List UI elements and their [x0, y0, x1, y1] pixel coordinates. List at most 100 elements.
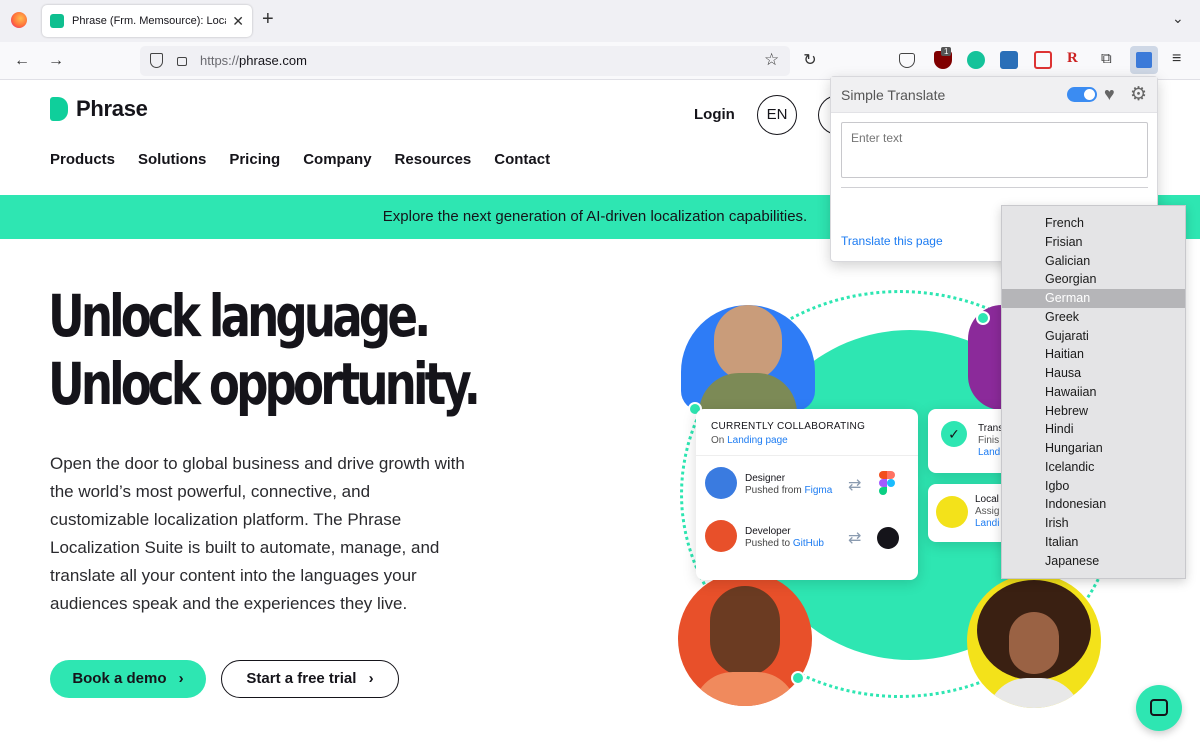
- url-domain: phrase.com: [239, 53, 307, 68]
- orbit-dot: [976, 311, 990, 325]
- forward-arrow-icon[interactable]: →: [45, 50, 67, 72]
- chat-launcher-button[interactable]: [1136, 685, 1182, 731]
- target-language-dropdown[interactable]: French Frisian Galician Georgian German …: [1001, 205, 1186, 579]
- language-option[interactable]: Irish: [1002, 514, 1185, 533]
- bookmark-star-icon[interactable]: ☆: [764, 50, 779, 70]
- landing-page-link[interactable]: Landing page: [727, 435, 788, 446]
- free-trial-button[interactable]: Start a free trial ›: [221, 660, 399, 698]
- menu-hamburger-icon[interactable]: ≡: [1172, 50, 1181, 68]
- sync-arrows-icon: ⇄: [848, 530, 862, 547]
- ublock-badge: 1: [941, 47, 952, 56]
- language-option[interactable]: Hawaiian: [1002, 383, 1185, 402]
- nav-solutions[interactable]: Solutions: [138, 151, 206, 168]
- navigation-toolbar: ← → https://phrase.com ☆ ↻: [0, 42, 1200, 80]
- book-demo-label: Book a demo: [72, 670, 167, 687]
- simple-translate-icon[interactable]: [1130, 46, 1158, 74]
- lock-icon[interactable]: [177, 57, 187, 66]
- login-link[interactable]: Login: [694, 106, 735, 123]
- language-option[interactable]: Hebrew: [1002, 402, 1185, 421]
- language-option[interactable]: French: [1002, 214, 1185, 233]
- language-option[interactable]: Icelandic: [1002, 458, 1185, 477]
- language-option[interactable]: Galician: [1002, 252, 1185, 271]
- collab-on-prefix: On: [711, 435, 725, 446]
- language-option[interactable]: Georgian: [1002, 270, 1185, 289]
- collaboration-card: CURRENTLY COLLABORATING On Landing page …: [696, 409, 918, 580]
- translate-page-link[interactable]: Translate this page: [841, 234, 943, 248]
- card3-line2: Assig: [975, 506, 1000, 517]
- tab-title: Phrase (Frm. Memsource): Loca: [72, 15, 227, 27]
- language-option[interactable]: Italian: [1002, 533, 1185, 552]
- collab-subtitle: On Landing page: [711, 435, 788, 446]
- close-tab-icon[interactable]: ✕: [232, 13, 244, 30]
- developer-action: Pushed to GitHub: [745, 538, 824, 549]
- hero-headline: Unlock language. Unlock opportunity.: [48, 282, 481, 418]
- language-selector-button[interactable]: EN: [757, 95, 797, 135]
- tab-strip: Phrase (Frm. Memsource): Loca ✕ + ⌄: [0, 0, 1200, 42]
- language-option[interactable]: Haitian: [1002, 345, 1185, 364]
- enable-toggle[interactable]: [1067, 87, 1097, 102]
- designer-avatar: [705, 467, 737, 499]
- chevron-right-icon: ›: [178, 670, 184, 687]
- popup-header: Simple Translate ♥ ⚙: [831, 77, 1157, 113]
- language-option[interactable]: Greek: [1002, 308, 1185, 327]
- nav-company[interactable]: Company: [303, 151, 371, 168]
- language-option[interactable]: Hindi: [1002, 420, 1185, 439]
- book-demo-button[interactable]: Book a demo ›: [50, 660, 206, 698]
- phrase-logo-mark: [50, 97, 68, 121]
- firefox-icon[interactable]: [11, 12, 27, 28]
- heart-icon[interactable]: ♥: [1104, 84, 1115, 105]
- language-option[interactable]: Frisian: [1002, 233, 1185, 252]
- card2-line3: Land: [978, 447, 1001, 458]
- r-extension-icon[interactable]: R: [1067, 50, 1078, 67]
- language-option[interactable]: Japanese: [1002, 552, 1185, 571]
- checkmark-icon: ✓: [941, 421, 967, 447]
- reload-icon[interactable]: ↻: [799, 50, 821, 72]
- language-option[interactable]: Gujarati: [1002, 327, 1185, 346]
- language-option[interactable]: Hausa: [1002, 364, 1185, 383]
- translate-input[interactable]: [841, 122, 1148, 178]
- phrase-favicon: [50, 14, 64, 28]
- extensions-puzzle-icon[interactable]: ⧉: [1101, 50, 1112, 67]
- language-option[interactable]: Hungarian: [1002, 439, 1185, 458]
- card3-avatar: [936, 496, 968, 528]
- language-option[interactable]: Igbo: [1002, 477, 1185, 496]
- github-link[interactable]: GitHub: [793, 538, 824, 549]
- popup-divider: [841, 187, 1148, 188]
- nav-products[interactable]: Products: [50, 151, 115, 168]
- nav-resources[interactable]: Resources: [395, 151, 472, 168]
- language-option[interactable]: Indonesian: [1002, 495, 1185, 514]
- designer-role: Designer: [745, 473, 786, 484]
- sync-arrows-icon: ⇄: [848, 477, 862, 494]
- github-icon: [877, 527, 899, 549]
- person-photo-smiling-man: [678, 572, 812, 706]
- shield-icon[interactable]: [150, 53, 163, 68]
- new-tab-button[interactable]: +: [262, 8, 274, 31]
- free-trial-label: Start a free trial: [246, 670, 357, 687]
- browser-tab[interactable]: Phrase (Frm. Memsource): Loca ✕: [42, 5, 252, 37]
- address-bar[interactable]: https://phrase.com ☆: [140, 46, 790, 76]
- s-extension-icon[interactable]: [1000, 51, 1018, 69]
- card3-line1: Local: [975, 494, 999, 505]
- person-photo-curly-woman: [967, 574, 1101, 708]
- red-extension-icon[interactable]: [1034, 51, 1052, 69]
- grammarly-icon[interactable]: [967, 51, 985, 69]
- collab-divider: [696, 455, 918, 456]
- developer-avatar: [705, 520, 737, 552]
- developer-action-text: Pushed to: [745, 538, 791, 549]
- headline-line-2: Unlock opportunity.: [48, 350, 481, 418]
- gear-icon[interactable]: ⚙: [1130, 83, 1147, 106]
- language-option-selected[interactable]: German: [1002, 289, 1185, 308]
- phrase-logo[interactable]: Phrase: [50, 96, 148, 122]
- main-navigation: Products Solutions Pricing Company Resou…: [50, 151, 550, 168]
- back-arrow-icon[interactable]: ←: [11, 50, 33, 72]
- url-text[interactable]: https://phrase.com: [200, 53, 307, 68]
- nav-contact[interactable]: Contact: [494, 151, 550, 168]
- card3-line3: Landi: [975, 518, 1000, 529]
- tab-list-chevron-icon[interactable]: ⌄: [1172, 10, 1184, 27]
- headline-line-1: Unlock language.: [48, 282, 431, 350]
- chevron-right-icon: ›: [368, 670, 374, 687]
- nav-pricing[interactable]: Pricing: [229, 151, 280, 168]
- popup-title: Simple Translate: [841, 87, 946, 103]
- figma-link[interactable]: Figma: [804, 485, 832, 496]
- url-protocol: https://: [200, 53, 240, 68]
